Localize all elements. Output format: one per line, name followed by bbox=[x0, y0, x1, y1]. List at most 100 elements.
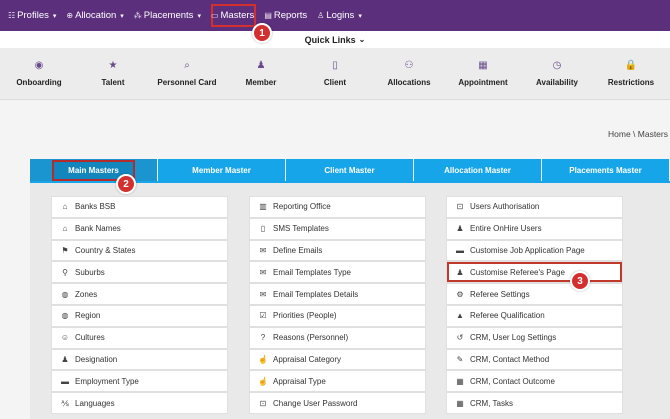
placements-icon: ⁂ bbox=[133, 11, 142, 20]
master-link-referee-qualification[interactable]: ▲ Referee Qualification bbox=[446, 304, 623, 327]
user-icon: ♙ bbox=[317, 11, 325, 20]
tile-appointment[interactable]: ▦ Appointment bbox=[448, 60, 518, 87]
lock-icon: ⊡ bbox=[456, 202, 464, 212]
master-link-country-states[interactable]: ⚑ Country & States bbox=[51, 239, 228, 262]
master-link-crm-contact-outcome[interactable]: ▦ CRM, Contact Outcome bbox=[446, 370, 623, 393]
bank-icon: ⌂ bbox=[62, 202, 68, 212]
tab-main-masters[interactable]: Main Masters bbox=[30, 159, 158, 181]
question-icon: ? bbox=[260, 333, 266, 343]
master-link-label: Email Templates Type bbox=[273, 267, 351, 277]
calendar-icon: ▦ bbox=[456, 376, 464, 386]
master-link-label: Reporting Office bbox=[273, 202, 331, 212]
master-link-entire-onhire-users[interactable]: ♟ Entire OnHire Users bbox=[446, 217, 623, 240]
tile-personnel-card[interactable]: ⌕ Personnel Card bbox=[152, 60, 222, 87]
nav-item-label: Masters bbox=[220, 10, 255, 21]
calendar-icon: ▦ bbox=[478, 60, 488, 71]
master-link-label: Change User Password bbox=[273, 398, 358, 408]
master-link-cultures[interactable]: ☺ Cultures bbox=[51, 326, 228, 349]
master-link-sms-templates[interactable]: ▯ SMS Templates bbox=[249, 217, 426, 240]
master-link-label: CRM, Tasks bbox=[470, 398, 513, 408]
master-link-designation[interactable]: ♟ Designation bbox=[51, 348, 228, 371]
chevron-down-icon: ▾ bbox=[358, 12, 362, 20]
nav-item-label: Logins bbox=[326, 10, 355, 21]
main-content: Home \ Masters Main Masters Member Master… bbox=[0, 101, 670, 419]
master-link-crm-user-log-settings[interactable]: ↺ CRM, User Log Settings bbox=[446, 326, 623, 349]
master-link-label: CRM, Contact Method bbox=[470, 354, 550, 364]
master-link-reasons-personnel[interactable]: ? Reasons (Personnel) bbox=[249, 326, 426, 349]
language-icon: ⅍ bbox=[61, 398, 69, 408]
master-link-bank-names[interactable]: ⌂ Bank Names bbox=[51, 217, 228, 240]
tile-talent[interactable]: ★ Talent bbox=[78, 60, 148, 87]
master-link-appraisal-type[interactable]: ☝ Appraisal Type bbox=[249, 370, 426, 393]
nav-item-label: Reports bbox=[273, 10, 308, 21]
tile-availability[interactable]: ◷ Availability bbox=[522, 60, 592, 87]
master-link-referee-settings[interactable]: ⚙ Referee Settings bbox=[446, 283, 623, 305]
tab-allocation-master[interactable]: Allocation Master bbox=[414, 159, 542, 181]
nav-item-label: Profiles bbox=[17, 10, 49, 21]
tile-client[interactable]: ▯ Client bbox=[300, 60, 370, 87]
master-link-region[interactable]: ◍ Region bbox=[51, 304, 228, 327]
search-icon: ⌕ bbox=[184, 60, 190, 71]
cogs-icon: ⚙ bbox=[456, 289, 464, 299]
member-icon: ♟ bbox=[256, 60, 266, 71]
star-icon: ★ bbox=[108, 60, 118, 71]
nav-item-label: Allocation bbox=[75, 10, 117, 21]
chevron-down-icon: ▾ bbox=[52, 12, 57, 20]
tile-restrictions[interactable]: 🔒 Restrictions bbox=[596, 60, 666, 87]
master-link-customise-referee-s-page[interactable]: ♟ Customise Referee's Page bbox=[446, 261, 623, 284]
globe-icon: ◍ bbox=[61, 311, 69, 321]
master-link-define-emails[interactable]: ✉ Define Emails bbox=[249, 239, 426, 262]
nav-item-allocation[interactable]: ⊕ Allocation ▾ bbox=[62, 0, 129, 31]
thumbs-up-icon: ☝ bbox=[258, 376, 268, 386]
master-link-appraisal-category[interactable]: ☝ Appraisal Category bbox=[249, 348, 426, 371]
allocations-icon: ⚇ bbox=[404, 60, 414, 71]
mobile-icon: ▯ bbox=[260, 224, 266, 234]
master-link-email-templates-type[interactable]: ✉ Email Templates Type bbox=[249, 261, 426, 284]
master-link-email-templates-details[interactable]: ✉ Email Templates Details bbox=[249, 283, 426, 305]
briefcase-icon: ▬ bbox=[456, 245, 464, 255]
tile-onboarding[interactable]: ◉ Onboarding bbox=[4, 60, 74, 87]
tab-label: Placements Master bbox=[569, 165, 642, 175]
nav-item-masters[interactable]: ▭ Masters bbox=[207, 0, 260, 31]
master-link-suburbs[interactable]: ⚲ Suburbs bbox=[51, 261, 228, 284]
nav-item-placements[interactable]: ⁂ Placements ▾ bbox=[130, 0, 207, 31]
master-link-zones[interactable]: ◍ Zones bbox=[51, 283, 228, 305]
tab-member-master[interactable]: Member Master bbox=[158, 159, 286, 181]
chevron-down-icon: ⌄ bbox=[358, 35, 366, 44]
masters-column-3: ⊡ Users Authorisation ♟ Entire OnHire Users… bbox=[446, 196, 623, 414]
nav-item-profiles[interactable]: ☷ Profiles ▾ bbox=[4, 0, 62, 31]
quick-links-toggle[interactable]: Quick Links ⌄ bbox=[0, 31, 670, 48]
master-link-change-user-password[interactable]: ⊡ Change User Password bbox=[249, 392, 426, 414]
quick-links-label: Quick Links bbox=[304, 34, 356, 45]
person-icon: ♟ bbox=[61, 354, 69, 364]
master-link-label: Reasons (Personnel) bbox=[273, 333, 349, 343]
reports-icon: ▤ bbox=[264, 11, 272, 20]
master-link-crm-contact-method[interactable]: ✎ CRM, Contact Method bbox=[446, 348, 623, 371]
map-marker-icon: ⚲ bbox=[62, 267, 68, 277]
master-link-crm-tasks[interactable]: ▦ CRM, Tasks bbox=[446, 392, 623, 414]
tile-label: Talent bbox=[101, 78, 125, 87]
master-link-employment-type[interactable]: ▬ Employment Type bbox=[51, 370, 228, 393]
nav-item-logins[interactable]: ♙ Logins ▾ bbox=[313, 0, 368, 31]
master-link-label: Customise Job Application Page bbox=[470, 245, 585, 255]
tile-label: Onboarding bbox=[16, 78, 62, 87]
master-link-label: Zones bbox=[75, 289, 98, 299]
master-link-reporting-office[interactable]: ▥ Reporting Office bbox=[249, 196, 426, 218]
tab-placements-master[interactable]: Placements Master bbox=[542, 159, 670, 181]
tab-label: Allocation Master bbox=[444, 165, 511, 175]
calendar-icon: ▦ bbox=[456, 398, 464, 408]
client-icon: ▯ bbox=[332, 60, 338, 71]
master-link-priorities-people[interactable]: ☑ Priorities (People) bbox=[249, 304, 426, 327]
folder-icon: ▭ bbox=[210, 11, 219, 20]
master-link-label: Designation bbox=[75, 354, 118, 364]
users-icon: ♟ bbox=[456, 224, 464, 234]
master-link-customise-job-application-page[interactable]: ▬ Customise Job Application Page bbox=[446, 239, 623, 262]
tile-allocations[interactable]: ⚇ Allocations bbox=[374, 60, 444, 87]
master-link-label: Bank Names bbox=[75, 224, 121, 234]
flag-icon: ⚑ bbox=[61, 245, 69, 255]
tile-member[interactable]: ♟ Member bbox=[226, 60, 296, 87]
master-link-languages[interactable]: ⅍ Languages bbox=[51, 392, 228, 414]
tab-client-master[interactable]: Client Master bbox=[286, 159, 414, 181]
master-link-banks-bsb[interactable]: ⌂ Banks BSB bbox=[51, 196, 228, 218]
master-link-users-authorisation[interactable]: ⊡ Users Authorisation bbox=[446, 196, 623, 218]
